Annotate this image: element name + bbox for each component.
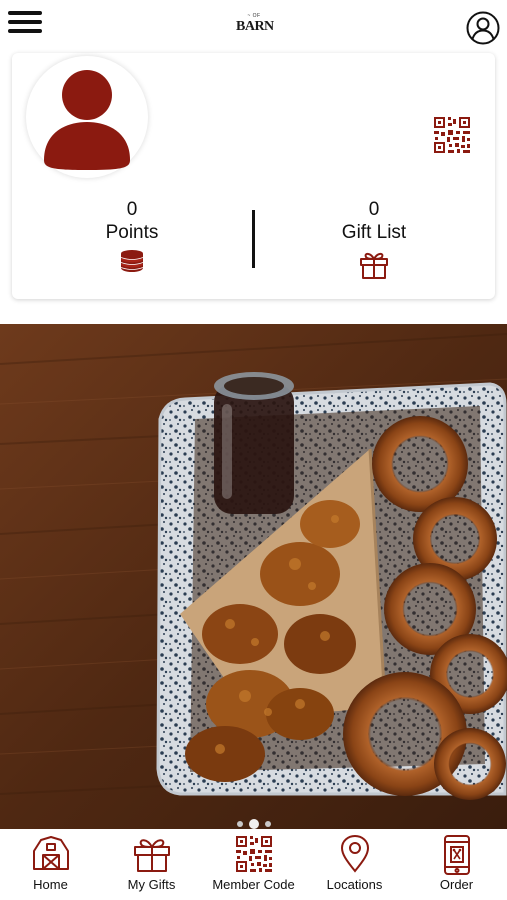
bottom-tab-bar: Home My Gifts Member Code Locations Orde… [0, 829, 507, 900]
promo-banner[interactable] [0, 324, 507, 829]
user-circle-icon[interactable] [466, 11, 500, 45]
gift-list-label: Gift List [341, 222, 407, 243]
stat-divider [252, 210, 255, 268]
avatar[interactable] [26, 56, 148, 178]
tab-member-code[interactable]: Member Code [203, 829, 304, 900]
points-value: 0 [126, 199, 138, 220]
qr-code-icon [235, 836, 272, 872]
app-logo: ~ OF BARN [236, 14, 274, 40]
profile-card: 0 Points 0 Gift List [12, 53, 495, 299]
carousel-dot-active[interactable] [249, 819, 259, 829]
tab-order-label: Order [439, 877, 474, 892]
qr-code-icon[interactable] [433, 116, 471, 154]
gift-icon [133, 839, 170, 872]
person-icon [44, 70, 130, 170]
tab-member-code-label: Member Code [212, 877, 295, 892]
points-stat[interactable]: 0 Points [32, 199, 232, 274]
tab-order[interactable]: Order [406, 829, 507, 900]
gift-icon [360, 252, 388, 279]
tab-locations-label: Locations [326, 877, 383, 892]
tab-home-label: Home [33, 877, 68, 892]
gift-list-stat[interactable]: 0 Gift List [274, 199, 474, 280]
phone-order-icon [443, 835, 470, 875]
top-bar: ~ OF BARN [0, 0, 507, 50]
points-label: Points [105, 222, 159, 243]
tab-locations[interactable]: Locations [304, 829, 405, 900]
map-pin-icon [340, 835, 369, 873]
tab-home[interactable]: Home [0, 829, 101, 900]
carousel-dot[interactable] [265, 821, 271, 827]
tab-my-gifts-label: My Gifts [127, 877, 176, 892]
tab-my-gifts[interactable]: My Gifts [101, 829, 202, 900]
coin-stack-icon [120, 250, 144, 272]
logo-text: BARN [236, 19, 274, 34]
hamburger-menu-icon[interactable] [8, 11, 42, 33]
carousel-indicator[interactable] [237, 819, 271, 829]
gift-list-value: 0 [368, 199, 380, 220]
carousel-dot[interactable] [237, 821, 243, 827]
barn-icon [32, 836, 69, 870]
food-photo [0, 324, 507, 829]
